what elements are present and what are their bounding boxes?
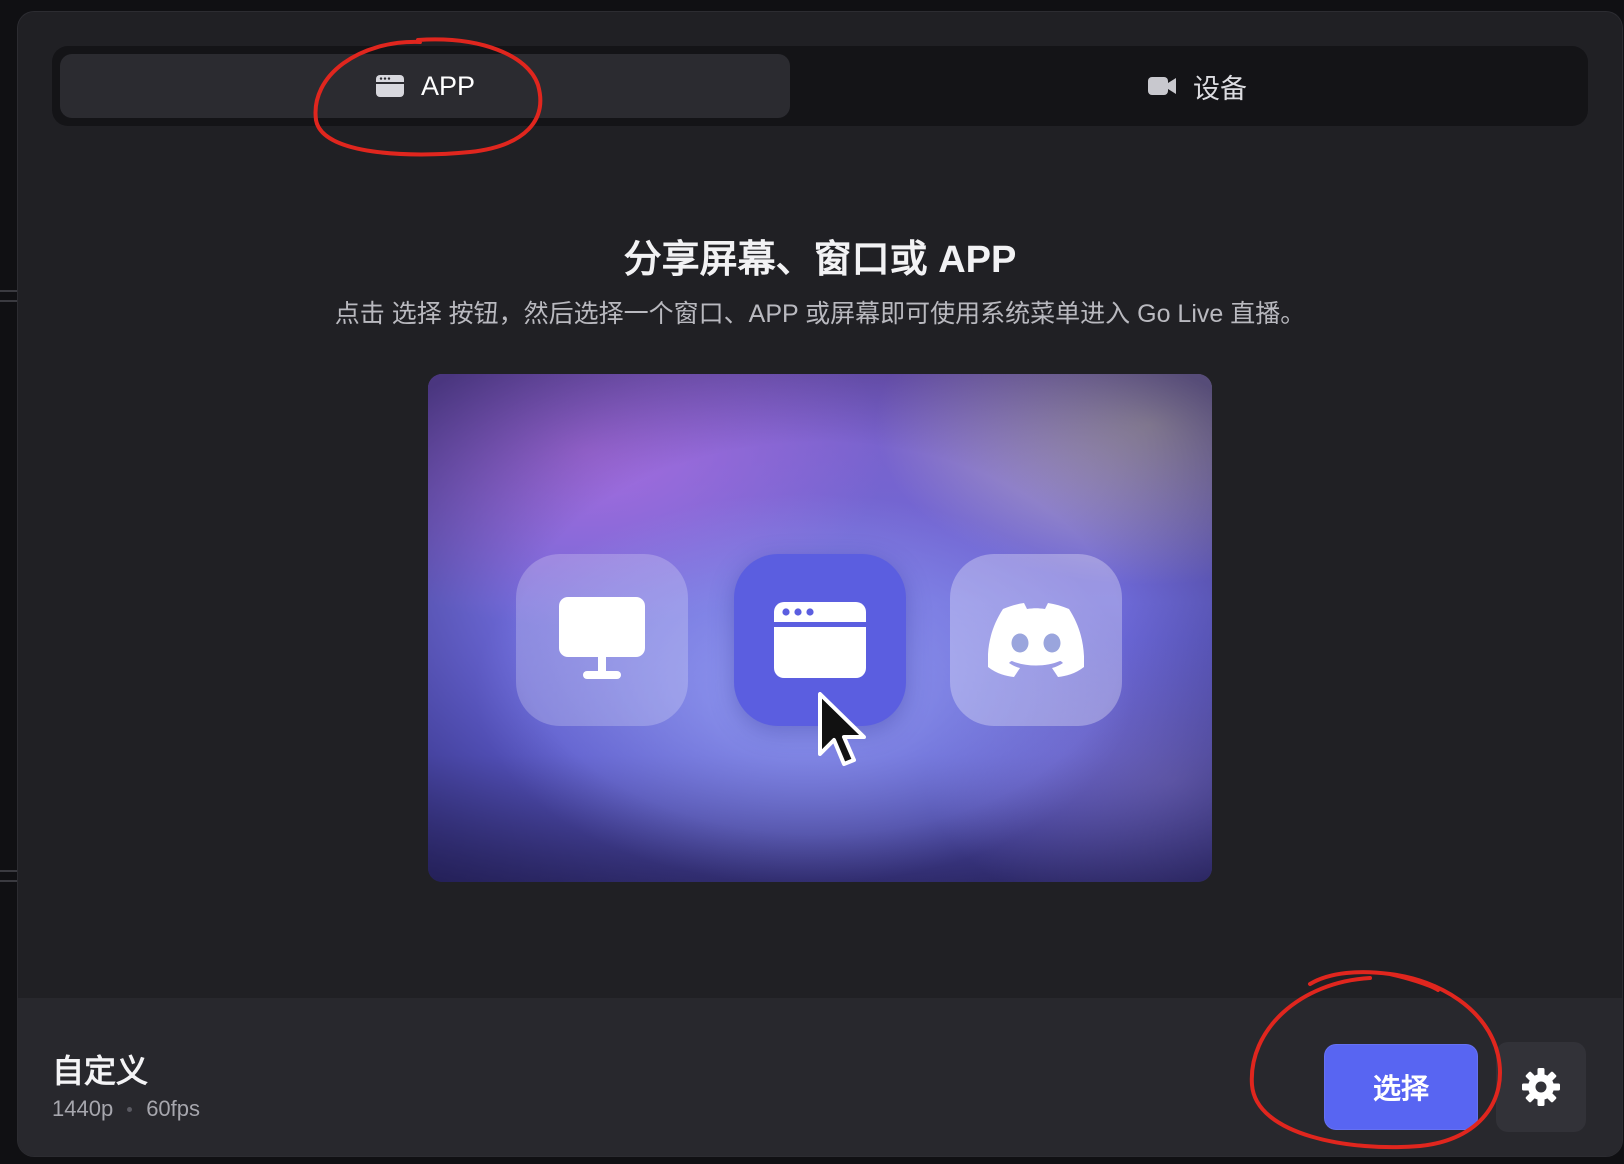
app-window-icon <box>774 602 866 678</box>
discord-source-tile <box>950 554 1122 726</box>
framerate-value: 60fps <box>146 1096 201 1121</box>
stream-settings-button[interactable] <box>1496 1042 1586 1132</box>
go-live-dialog: APP 设备 分享屏幕、窗口或 APP 点击 选择 按钮，然后选择一个窗口、AP… <box>18 12 1622 1156</box>
resolution-value: 1440p <box>52 1096 114 1121</box>
discord-icon <box>988 603 1084 677</box>
dialog-footer: 自定义 1440p 60fps 选择 <box>18 998 1622 1156</box>
screen-source-tile <box>516 554 688 726</box>
tab-app[interactable]: APP <box>60 54 790 118</box>
app-window-icon <box>375 75 404 97</box>
dialog-description: 点击 选择 按钮，然后选择一个窗口、APP 或屏幕即可使用系统菜单进入 Go L… <box>334 300 1306 328</box>
tab-device[interactable]: 设备 <box>814 54 1580 118</box>
background-edge-mark <box>0 290 18 302</box>
source-preview-illustration <box>428 374 1212 882</box>
stream-quality-preset: 自定义 <box>52 1053 149 1089</box>
tab-app-label: APP <box>420 70 476 101</box>
source-type-segmented-control: APP 设备 <box>52 46 1588 126</box>
monitor-icon <box>559 597 645 679</box>
stream-quality-details: 1440p 60fps <box>52 1096 200 1122</box>
select-source-button[interactable]: 选择 <box>1324 1044 1478 1130</box>
gear-icon <box>1522 1068 1560 1106</box>
camera-icon <box>1148 77 1176 95</box>
mouse-cursor-icon <box>818 692 866 766</box>
tab-device-label: 设备 <box>1193 73 1247 104</box>
dialog-title: 分享屏幕、窗口或 APP <box>623 239 1017 281</box>
separator-dot <box>127 1106 133 1112</box>
background-edge-mark <box>0 870 18 882</box>
